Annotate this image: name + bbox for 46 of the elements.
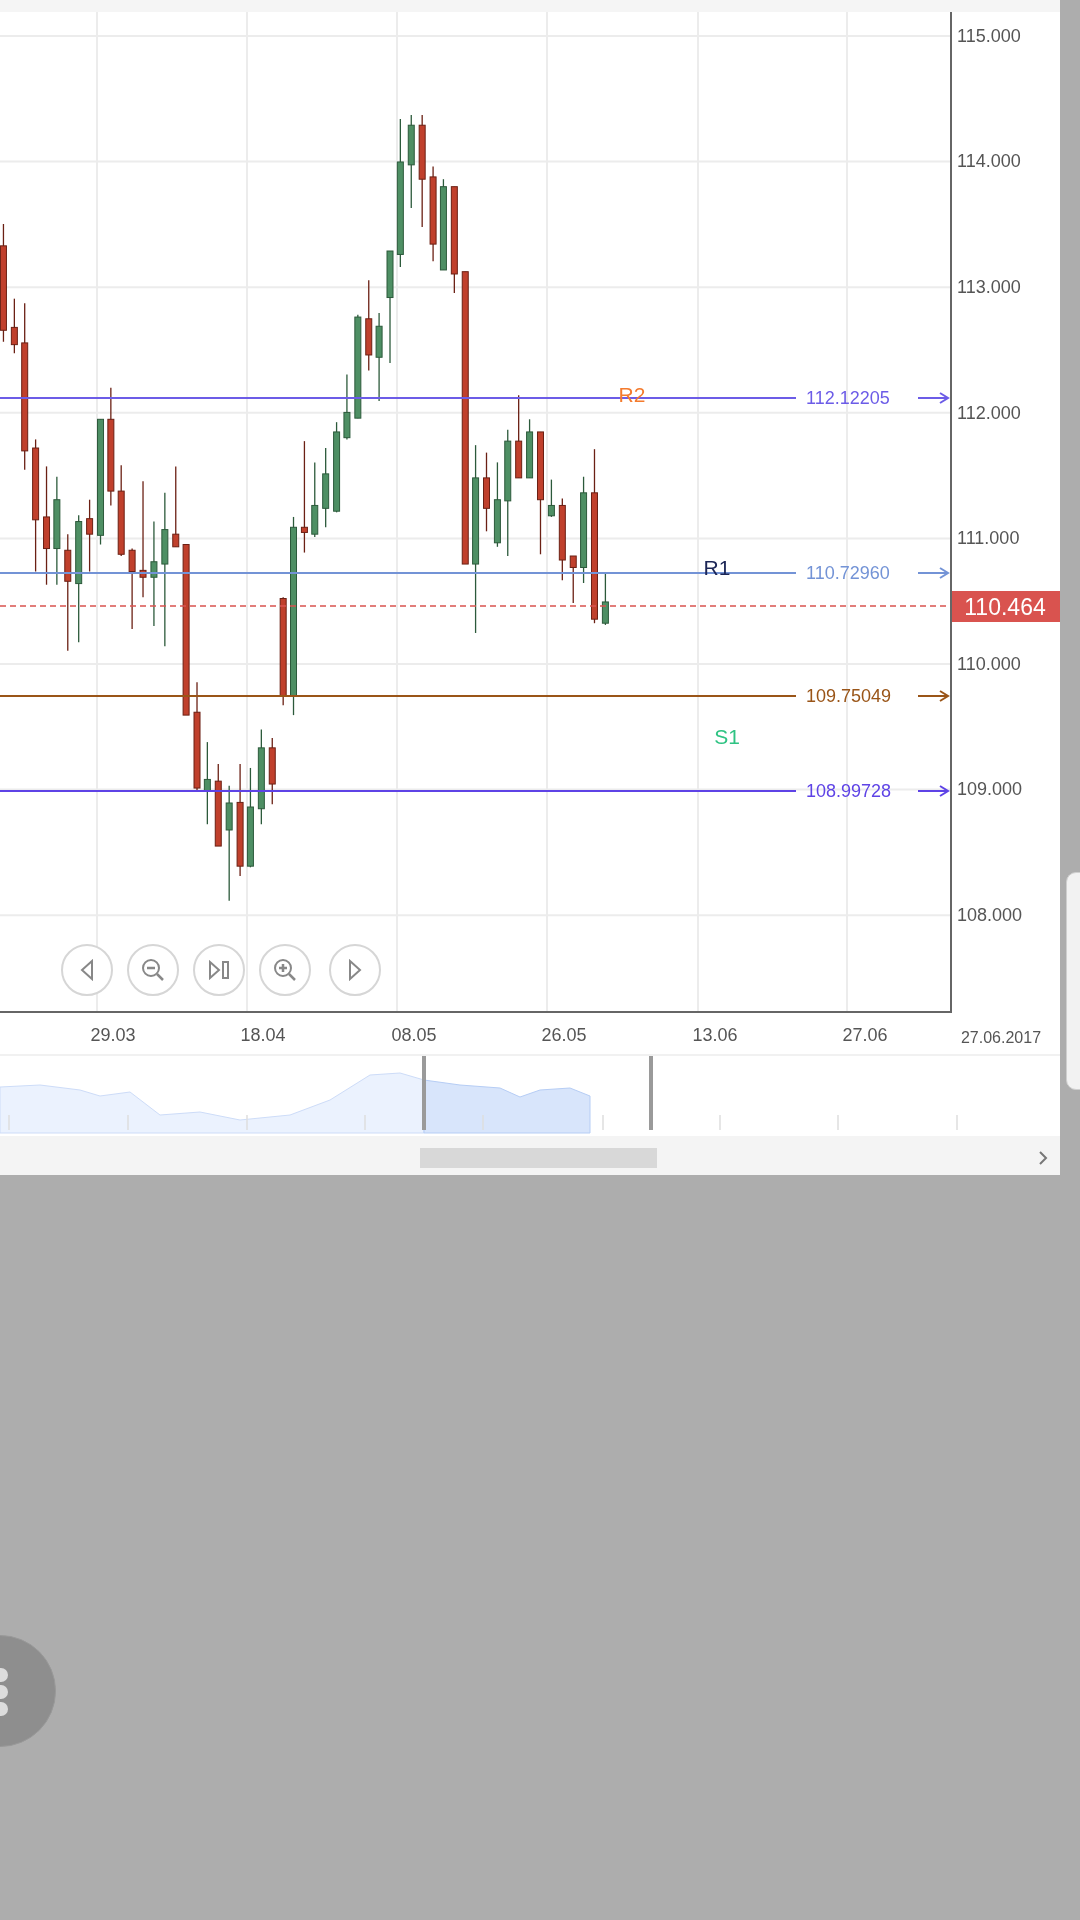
zoom-out-icon: [141, 958, 165, 982]
candle: [343, 373, 351, 441]
arrow-icon: [917, 785, 950, 797]
y-axis-label: 112.000: [957, 402, 1021, 423]
chevron-right-icon[interactable]: [1039, 1151, 1048, 1165]
candle: [526, 418, 534, 479]
zoom-out-button[interactable]: [127, 944, 179, 996]
end-date: 27.06.2017: [960, 1029, 1042, 1046]
candle: [10, 298, 18, 354]
previous-button[interactable]: [61, 944, 113, 996]
navigator-handle[interactable]: [422, 1056, 426, 1130]
navigator-handle[interactable]: [649, 1056, 653, 1130]
arrow-icon: [917, 690, 950, 702]
level-marker: S1: [714, 725, 740, 748]
scrollbar-thumb[interactable]: [420, 1148, 657, 1168]
level-price: 112.12205: [806, 388, 890, 408]
arrow-icon: [917, 392, 950, 404]
y-axis-label: 115.000: [957, 25, 1021, 46]
level-price: 108.99728: [806, 781, 892, 801]
y-axis-label: 108.000: [957, 904, 1023, 925]
zoom-in-icon: [273, 958, 297, 982]
x-axis-label: 13.06: [692, 1025, 738, 1045]
jump-to-end-button[interactable]: [193, 944, 245, 996]
y-axis-label: 111.000: [957, 528, 1020, 549]
y-axis-label: 114.000: [957, 151, 1021, 172]
zoom-in-button[interactable]: [259, 944, 311, 996]
x-axis-label: 18.04: [240, 1025, 286, 1045]
skip-to-end-icon: [208, 960, 230, 980]
candle: [547, 478, 555, 518]
y-axis-label: 110.000: [957, 653, 1021, 674]
arrow-icon: [917, 567, 950, 579]
x-axis-label: 27.06: [842, 1025, 888, 1045]
triangle-left-icon: [80, 959, 94, 981]
x-axis-label: 08.05: [391, 1025, 437, 1045]
x-axis-label: 26.05: [541, 1025, 587, 1045]
level-price: 109.75049: [806, 686, 892, 706]
y-axis-label: 113.000: [957, 276, 1021, 297]
next-button[interactable]: [329, 944, 381, 996]
candle: [268, 737, 276, 805]
candle: [569, 555, 577, 604]
level-price: 110.72960: [806, 563, 890, 583]
triangle-right-icon: [348, 959, 362, 981]
candle: [601, 572, 609, 626]
y-axis-label: 109.000: [957, 779, 1023, 800]
x-axis-label: 29.03: [90, 1025, 136, 1045]
current-price: 110.464: [951, 591, 1060, 622]
